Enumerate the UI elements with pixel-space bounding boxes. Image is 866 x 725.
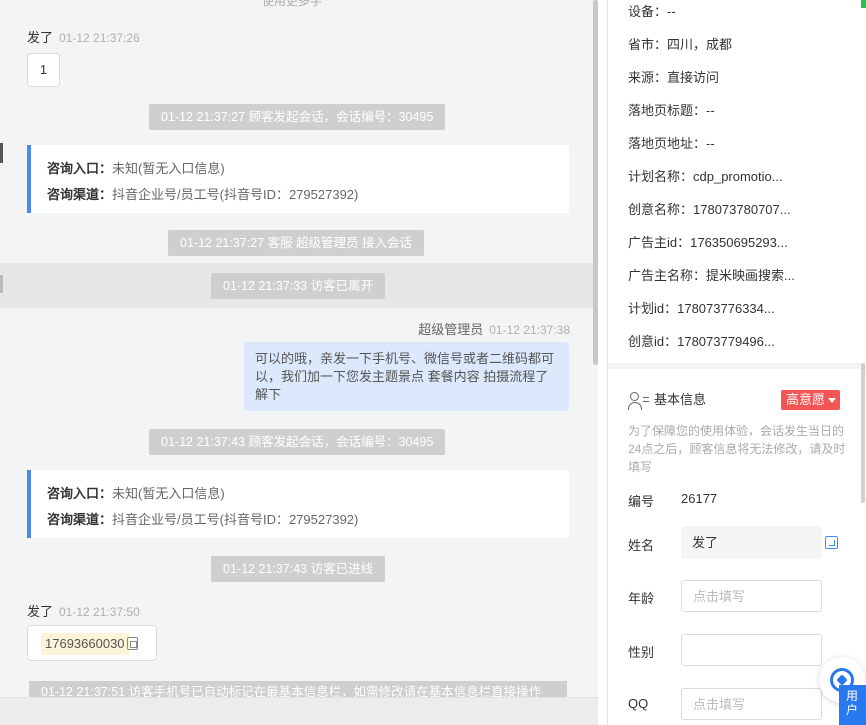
consult-channel-value: 抖音企业号/员工号(抖音号ID：279527392) [112, 187, 359, 202]
id-value: 26177 [681, 491, 718, 506]
consult-entry-row: 咨询入口：未知(暂无入口信息) [47, 156, 569, 182]
consult-channel-label: 咨询渠道： [47, 187, 113, 202]
consult-info-card: 咨询入口：未知(暂无入口信息) 咨询渠道：抖音企业号/员工号(抖音号ID：279… [27, 470, 569, 538]
sender-name: 发了 [27, 30, 54, 45]
input-area-edge [0, 697, 598, 725]
visit-info-item: 来源：直接访问 [628, 70, 720, 85]
intent-dropdown[interactable]: 高意愿 [781, 390, 840, 410]
agent-name: 超级管理员 [418, 322, 484, 337]
age-input[interactable] [681, 580, 822, 612]
visit-info-item: 设备：-- [628, 4, 676, 19]
consult-channel-row: 咨询渠道：抖音企业号/员工号(抖音号ID：279527392) [47, 507, 569, 533]
consult-entry-row: 咨询入口：未知(暂无入口信息) [47, 481, 569, 507]
system-notice: 01-12 21:37:33 访客已离开 [211, 273, 386, 299]
visit-info-item: 广告主id：176350695293... [628, 235, 788, 250]
consult-entry-label: 咨询入口： [47, 486, 113, 501]
side-scrollbar[interactable] [861, 363, 865, 503]
person-list-icon [628, 391, 650, 411]
truncated-top-text: 使用更多字 [262, 0, 323, 8]
visit-info-item: 创意id：178073779496... [628, 334, 775, 349]
copy-icon[interactable] [127, 637, 138, 650]
visit-info-item: 计划id：178073776334... [628, 301, 775, 316]
message-bubble: 1 [27, 53, 60, 87]
gender-input[interactable] [681, 634, 822, 666]
sender-name: 发了 [27, 604, 54, 619]
system-notice: 01-12 21:37:27 客服 超级管理员 接入会话 [168, 230, 425, 256]
chat-scrollbar[interactable] [593, 0, 598, 365]
consult-entry-value: 未知(暂无入口信息) [112, 161, 225, 176]
edit-notice: 为了保障您的使用体验，会话发生当日的24点之后，顾客信息将无法修改，请及时填写 [628, 424, 846, 474]
name-field[interactable]: 发了 [681, 526, 822, 559]
message-time: 01-12 21:37:26 [59, 31, 140, 45]
edit-icon[interactable] [825, 536, 838, 549]
consult-channel-value: 抖音企业号/员工号(抖音号ID：279527392) [112, 512, 359, 527]
left-edge-mark [0, 275, 3, 293]
status-indicator [861, 0, 866, 8]
chat-panel: 使用更多字 发了 01-12 21:37:26 1 01-12 21:37:27 … [0, 0, 598, 725]
name-label: 姓名 [628, 538, 655, 553]
message-time: 01-12 21:37:50 [59, 605, 140, 619]
qq-label: QQ [628, 696, 649, 711]
consult-channel-row: 咨询渠道：抖音企业号/员工号(抖音号ID：279527392) [47, 182, 569, 208]
visit-info-item: 计划名称：cdp_promotio... [628, 169, 783, 184]
user-tab[interactable]: 用户 [839, 685, 866, 725]
intent-label: 高意愿 [786, 392, 826, 407]
phone-message-bubble: 17693660030 [27, 625, 157, 661]
visit-info-item: 创意名称：178073780707... [628, 202, 791, 217]
id-label: 编号 [628, 494, 655, 509]
system-notice-truncated: 01-12 21:37:51 访客手机号已自动标记在最基本信息栏，如需修改请在基… [29, 681, 567, 697]
message-sender: 发了 01-12 21:37:50 [27, 601, 140, 620]
agent-message-bubble: 可以的哦，亲发一下手机号、微信号或者二维码都可以，我们加一下您发主题景点 套餐内… [244, 342, 569, 411]
basic-info-title: 基本信息 [654, 392, 707, 407]
visit-info-item: 落地页标题：-- [628, 103, 715, 118]
visit-info-item: 落地页地址：-- [628, 136, 715, 151]
message-time: 01-12 21:37:38 [489, 323, 570, 337]
agent-message-header: 超级管理员 01-12 21:37:38 [418, 319, 570, 338]
basic-info-header: 基本信息 [628, 389, 706, 411]
phone-number[interactable]: 17693660030 [41, 633, 129, 655]
left-edge-mark [0, 143, 3, 163]
consult-channel-label: 咨询渠道： [47, 512, 113, 527]
visit-info-item: 广告主名称：提米映画搜索... [628, 268, 795, 283]
consult-entry-value: 未知(暂无入口信息) [112, 486, 225, 501]
section-divider [608, 363, 866, 369]
system-notice: 01-12 21:37:43 访客已进线 [211, 556, 386, 582]
consult-info-card: 咨询入口：未知(暂无入口信息) 咨询渠道：抖音企业号/员工号(抖音号ID：279… [27, 145, 569, 213]
system-notice: 01-12 21:37:43 顾客发起会话，会话编号：30495 [149, 429, 446, 455]
consult-entry-label: 咨询入口： [47, 161, 113, 176]
age-label: 年龄 [628, 591, 655, 606]
caret-down-icon [828, 398, 837, 404]
customer-info-panel: 设备：-- 省市：四川，成都 来源：直接访问 落地页标题：-- 落地页地址：-- 计划名称… [607, 0, 866, 725]
qq-input[interactable] [681, 688, 822, 720]
system-notice: 01-12 21:37:27 顾客发起会话，会话编号：30495 [149, 104, 446, 130]
gender-label: 性别 [628, 645, 655, 660]
message-sender: 发了 01-12 21:37:26 [27, 27, 140, 46]
visit-info-item: 省市：四川，成都 [628, 37, 733, 52]
